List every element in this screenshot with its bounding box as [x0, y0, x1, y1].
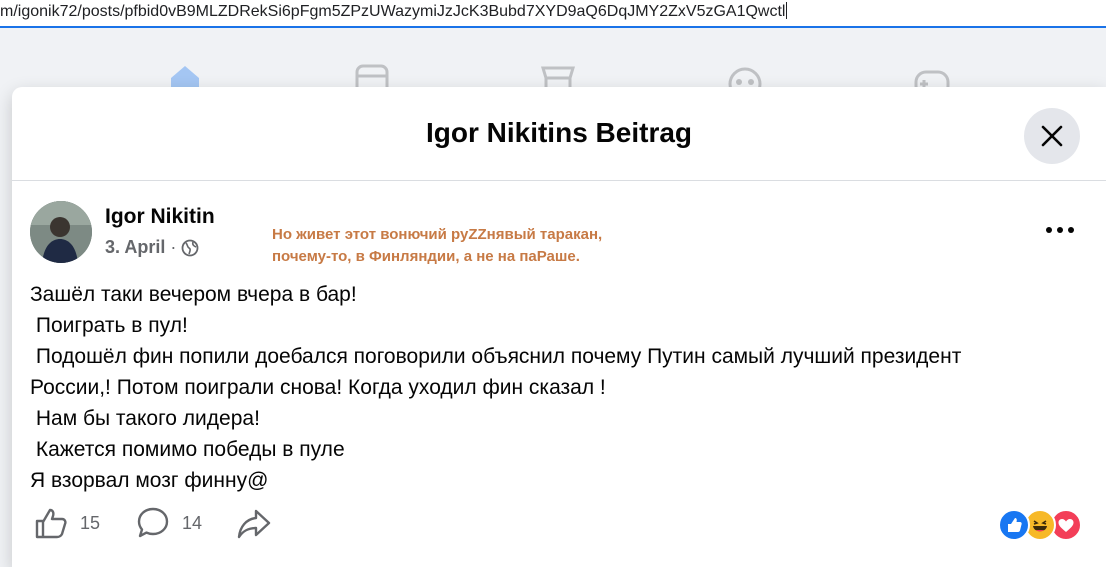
more-options-button[interactable] [1040, 211, 1080, 247]
globe-icon [181, 239, 199, 256]
like-button[interactable]: 15 [34, 503, 100, 543]
more-dot [1057, 227, 1063, 233]
modal-header: Igor Nikitins Beitrag [12, 87, 1106, 181]
post-line: Нам бы такого лидера! [30, 407, 260, 430]
author-name[interactable]: Igor Nikitin [105, 205, 215, 229]
post-modal: Igor Nikitins Beitrag Igor Nikitin 3. Ap… [12, 87, 1106, 567]
modal-title: Igor Nikitins Beitrag [425, 117, 693, 148]
post-body: Зашёл таки вечером вчера в бар! Поиграть… [30, 279, 1090, 496]
reaction-summary[interactable] [998, 505, 1098, 541]
share-icon [237, 509, 271, 539]
avatar[interactable] [30, 201, 92, 263]
address-bar-text[interactable]: m/igonik72/posts/pfbid0vB9MLZDRekSi6pFgm… [0, 2, 788, 21]
like-count: 15 [80, 512, 101, 533]
post-line: Я взорвал мозг финну@ [30, 469, 269, 492]
post-date[interactable]: 3. April [105, 237, 165, 258]
comment-button[interactable]: 14 [136, 503, 202, 543]
post-line: Поиграть в пул! [30, 314, 188, 337]
more-dot [1068, 227, 1074, 233]
post-line: Кажется помимо победы в пуле [30, 438, 345, 461]
share-button[interactable] [236, 503, 272, 543]
like-reaction-icon [998, 509, 1030, 541]
comment-icon [137, 507, 169, 538]
text-caret [786, 2, 788, 19]
close-icon [1041, 125, 1063, 147]
meta-separator: · [170, 237, 177, 257]
post-actions: 15 14 [12, 503, 1106, 547]
close-button[interactable] [1024, 108, 1080, 164]
annotation-line: почему-то, в Финляндии, а не на паРаше. [272, 248, 580, 265]
more-dot [1046, 227, 1052, 233]
post-line: Подошёл фин попили доебался поговорили о… [30, 345, 962, 368]
annotation-line: Но живет этот вонючий руZZнявый таракан, [272, 226, 603, 243]
address-bar[interactable]: m/igonik72/posts/pfbid0vB9MLZDRekSi6pFgm… [0, 0, 1106, 28]
post-line: России,! Потом поиграли снова! Когда ухо… [30, 376, 606, 399]
post-meta: 3. April · [105, 237, 199, 258]
thumbs-up-icon [35, 508, 67, 539]
comment-count: 14 [182, 512, 203, 533]
overlay-annotation: Но живет этот вонючий руZZнявый таракан,… [272, 224, 652, 268]
post-line: Зашёл таки вечером вчера в бар! [30, 283, 357, 306]
